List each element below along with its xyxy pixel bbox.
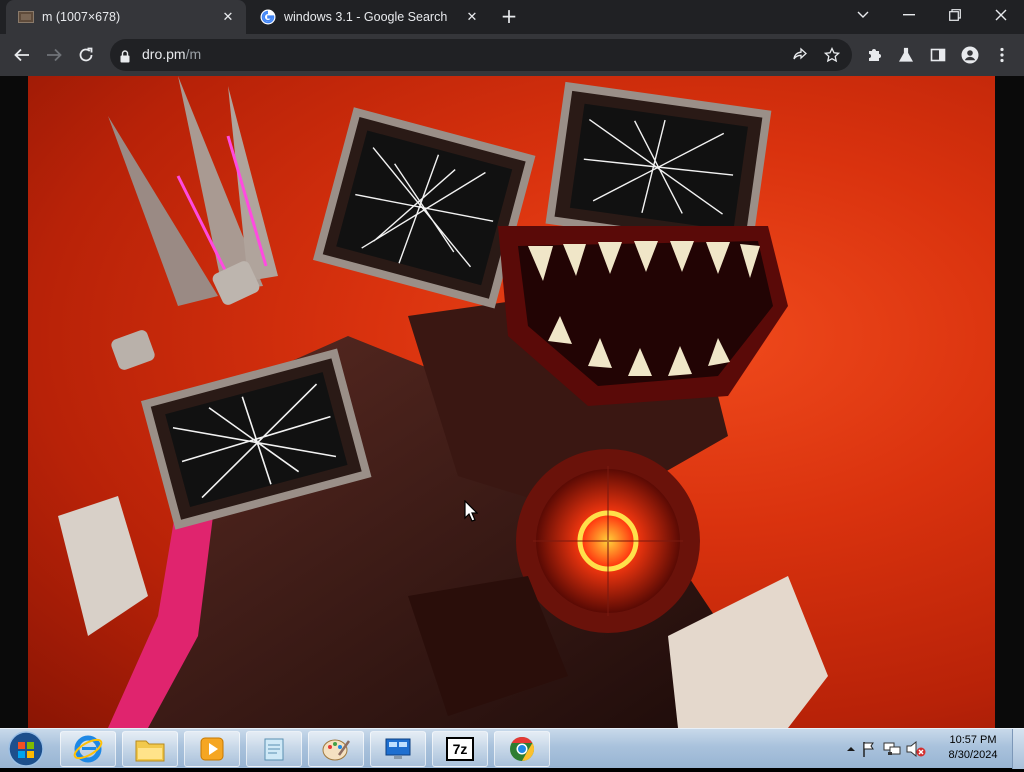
remote-desktop-icon	[385, 738, 411, 759]
minimize-button[interactable]	[886, 0, 932, 30]
extensions-button[interactable]	[858, 39, 890, 71]
chrome-icon	[510, 737, 535, 761]
paint-icon	[322, 739, 351, 761]
taskbar-notepad[interactable]	[246, 731, 302, 767]
forward-button[interactable]	[38, 39, 70, 71]
puzzle-icon	[869, 49, 881, 61]
taskbar-file-explorer[interactable]	[122, 731, 178, 767]
media-player-icon	[200, 737, 224, 761]
address-bar[interactable]: dro.pm/m	[110, 39, 852, 71]
url-text[interactable]: dro.pm/m	[142, 46, 201, 62]
displayed-image[interactable]	[28, 76, 995, 728]
clock-date: 8/30/2024	[948, 749, 998, 761]
tab-title: m (1007×678)	[42, 10, 121, 24]
taskbar-remote-desktop[interactable]	[370, 731, 426, 767]
side-panel-button[interactable]	[922, 39, 954, 71]
close-tab-icon[interactable]: ✕	[218, 7, 238, 27]
taskbar-media-player[interactable]	[184, 731, 240, 767]
share-icon[interactable]	[790, 45, 810, 65]
7zip-label: 7z	[452, 741, 468, 757]
kebab-menu-icon	[1000, 47, 1004, 63]
volume-muted-icon[interactable]	[904, 741, 928, 757]
file-explorer-icon	[135, 740, 165, 762]
back-arrow-icon	[14, 48, 29, 62]
url-path: /m	[185, 46, 202, 62]
lock-icon[interactable]	[120, 48, 130, 67]
chrome-menu-button[interactable]	[986, 39, 1018, 71]
reload-icon	[79, 47, 93, 62]
taskbar-7zip[interactable]: 7z	[432, 731, 488, 767]
start-button[interactable]	[6, 730, 46, 768]
7zip-icon: 7z	[446, 737, 474, 761]
internet-explorer-icon	[73, 735, 103, 763]
reload-button[interactable]	[70, 39, 102, 71]
tab-google-search[interactable]: windows 3.1 - Google Search ✕	[248, 0, 490, 34]
tab-title: windows 3.1 - Google Search	[284, 10, 448, 24]
mouse-cursor-icon	[464, 499, 479, 526]
browser-toolbar: dro.pm/m	[0, 34, 1024, 76]
url-host: dro.pm	[142, 46, 186, 62]
show-desktop-button[interactable]	[1012, 729, 1024, 769]
tab-strip: m (1007×678) ✕ windows 3.1 - Google Sear…	[0, 0, 1024, 34]
taskbar-paint[interactable]	[308, 731, 364, 767]
notepad-icon	[264, 738, 284, 761]
profile-button[interactable]	[954, 39, 986, 71]
new-tab-button[interactable]: +	[498, 6, 520, 28]
forward-arrow-icon	[47, 48, 62, 62]
clock-time: 10:57 PM	[949, 734, 997, 746]
close-tab-icon[interactable]: ✕	[462, 7, 482, 27]
labs-button[interactable]	[890, 39, 922, 71]
profile-avatar-icon	[961, 46, 979, 64]
side-panel-icon	[930, 48, 946, 62]
notification-area	[844, 729, 928, 769]
tab-search-chevron-icon[interactable]	[840, 0, 886, 30]
close-window-button[interactable]	[978, 0, 1024, 30]
network-icon[interactable]	[880, 741, 904, 757]
monster-illustration	[58, 76, 828, 728]
windows-taskbar: 7z 10:57 PM 8/30/2024	[0, 728, 1024, 769]
action-center-flag-icon[interactable]	[858, 741, 880, 757]
image-thumbnail-icon	[18, 9, 34, 25]
restore-button[interactable]	[932, 0, 978, 30]
page-viewport	[0, 76, 1024, 728]
taskbar-internet-explorer[interactable]	[60, 731, 116, 767]
bookmark-star-icon[interactable]	[822, 45, 842, 65]
back-button[interactable]	[6, 39, 38, 71]
show-hidden-icons-icon[interactable]	[844, 746, 858, 752]
taskbar-chrome[interactable]	[494, 731, 550, 767]
windows-orb-icon	[8, 731, 44, 767]
system-clock[interactable]: 10:57 PM 8/30/2024	[940, 733, 1006, 763]
tab-image[interactable]: m (1007×678) ✕	[6, 0, 246, 34]
google-icon	[260, 9, 276, 25]
flask-icon	[898, 47, 914, 62]
